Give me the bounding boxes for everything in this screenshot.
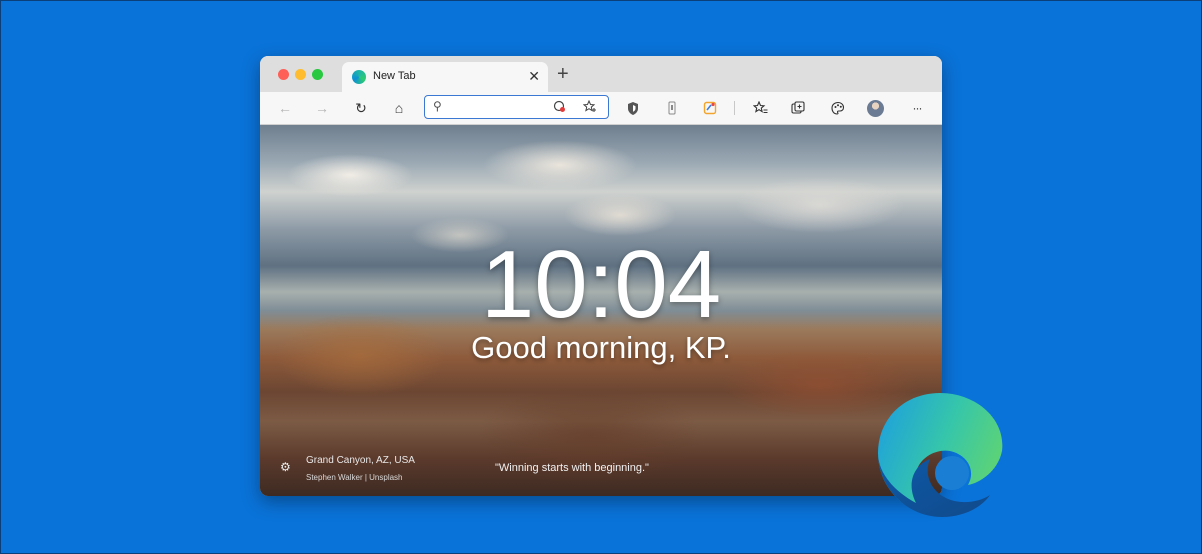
home-icon[interactable]: ⌂ [390, 99, 408, 117]
browser-window: New Tab ✕ + ← → ↻ ⌂ ⚲ ··· 10:04 Good mor… [260, 56, 942, 496]
collections-icon[interactable] [789, 99, 807, 117]
inspirational-quote: "Winning starts with beginning." [495, 462, 649, 474]
address-bar[interactable]: ⚲ [424, 95, 609, 119]
new-tab-page: 10:04 Good morning, KP. ⚙ Grand Canyon, … [260, 125, 942, 496]
image-location[interactable]: Grand Canyon, AZ, USA [306, 455, 415, 466]
image-credit[interactable]: Stephen Walker | Unsplash [306, 473, 403, 482]
new-tab-button[interactable]: + [557, 63, 569, 85]
search-icon: ⚲ [433, 99, 442, 113]
clock: 10:04 [480, 231, 722, 338]
profile-avatar[interactable] [867, 100, 884, 117]
title-bar: New Tab ✕ + [260, 56, 942, 92]
toolbar-separator [734, 101, 735, 115]
minimize-window-button[interactable] [295, 69, 306, 80]
toolbar: ← → ↻ ⌂ ⚲ ··· [260, 92, 942, 125]
extension-icon[interactable] [663, 99, 681, 117]
add-favorite-icon[interactable] [582, 99, 597, 116]
maximize-window-button[interactable] [312, 69, 323, 80]
back-arrow-icon[interactable]: ← [276, 99, 294, 117]
greeting: Good morning, KP. [471, 330, 731, 365]
tab-new-tab[interactable]: New Tab ✕ [342, 62, 548, 92]
more-menu-icon[interactable]: ··· [908, 99, 926, 117]
refresh-icon[interactable]: ↻ [352, 99, 370, 117]
tracking-prevention-icon[interactable] [553, 100, 566, 116]
shield-icon[interactable] [624, 99, 642, 117]
forward-arrow-icon[interactable]: → [313, 99, 331, 117]
tab-close-icon[interactable]: ✕ [528, 68, 540, 84]
tab-title: New Tab [373, 70, 416, 82]
browser-essentials-icon[interactable] [828, 99, 846, 117]
close-window-button[interactable] [278, 69, 289, 80]
favorites-icon[interactable] [751, 99, 769, 117]
settings-gear-icon[interactable]: ⚙ [280, 460, 294, 474]
edge-favicon-icon [352, 70, 366, 84]
edge-logo-icon [872, 387, 1008, 523]
colorful-extension-icon[interactable] [701, 99, 719, 117]
